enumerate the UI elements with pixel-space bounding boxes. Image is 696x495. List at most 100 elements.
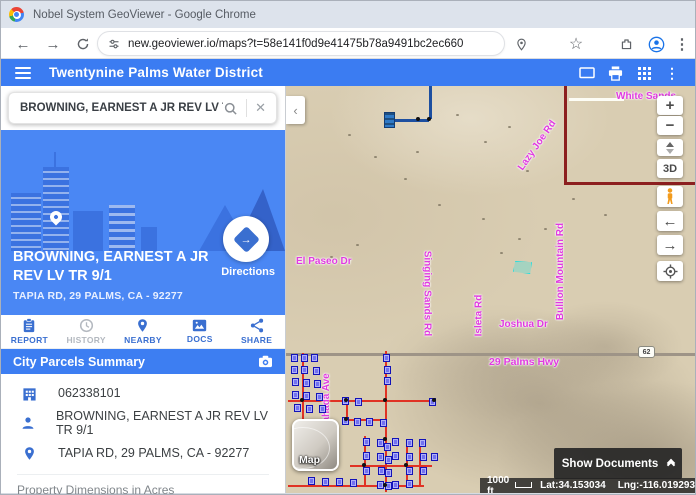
hamburger-icon[interactable] — [15, 64, 31, 82]
desert-scrub — [484, 141, 487, 143]
parcel-marker[interactable] — [292, 391, 299, 399]
search-icon[interactable] — [223, 101, 238, 116]
street-label: El Paseo Dr — [296, 256, 352, 267]
parcel-marker[interactable] — [366, 418, 373, 426]
address-bar[interactable]: new.geoviewer.io/maps?t=58e141f0d9e41475… — [97, 31, 505, 56]
tilt-button[interactable] — [657, 139, 683, 156]
map-canvas[interactable]: White SandsLazy Joe RdBullion Mountain R… — [286, 86, 695, 493]
locate-button[interactable] — [657, 261, 683, 281]
parcel-marker[interactable] — [431, 453, 438, 461]
extensions-icon[interactable] — [615, 33, 637, 55]
parcel-marker[interactable] — [319, 405, 326, 413]
show-documents-label: Show Documents — [562, 458, 658, 470]
parcel-marker[interactable] — [322, 478, 329, 486]
parcel-marker[interactable] — [392, 438, 399, 446]
parcel-marker[interactable] — [354, 418, 361, 426]
zoom-in-button[interactable]: + — [657, 96, 683, 115]
parcel-marker[interactable] — [316, 393, 323, 401]
street-label: Joshua Dr — [499, 319, 548, 330]
reload-icon[interactable] — [71, 32, 95, 56]
desert-scrub — [416, 151, 419, 153]
app-header: Twentynine Palms Water District ⋮ — [1, 59, 695, 86]
map-type-button[interactable]: Map — [292, 419, 339, 471]
parcel-marker[interactable] — [294, 404, 301, 412]
parcel-marker[interactable] — [419, 439, 426, 447]
parcel-marker[interactable] — [406, 453, 413, 461]
street-label: Bullion Mountain Rd — [555, 223, 566, 320]
parcel-marker[interactable] — [311, 354, 318, 362]
action-share-button[interactable]: SHARE — [228, 315, 285, 348]
parcel-marker[interactable] — [380, 419, 387, 427]
back-button[interactable]: ← — [657, 211, 683, 231]
sidebar-collapse-button[interactable]: ‹ — [286, 96, 305, 124]
selected-parcel[interactable] — [513, 261, 532, 274]
parcel-marker[interactable] — [384, 377, 391, 385]
parcel-marker[interactable] — [406, 439, 413, 447]
parcel-marker[interactable] — [303, 392, 310, 400]
parcel-marker[interactable] — [384, 366, 391, 374]
site-info-icon[interactable] — [108, 38, 120, 50]
apps-grid-icon[interactable] — [634, 63, 654, 83]
show-documents-button[interactable]: Show Documents — [554, 448, 682, 479]
menu-icon[interactable]: ⋮ — [671, 33, 693, 55]
reservoir-feature[interactable] — [384, 112, 395, 128]
print-icon[interactable] — [605, 63, 625, 83]
summary-value: TAPIA RD, 29 PALMS, CA - 92277 — [58, 446, 249, 460]
back-icon[interactable]: ← — [11, 32, 35, 56]
parcel-marker[interactable] — [420, 453, 427, 461]
parcel-marker[interactable] — [292, 378, 299, 386]
parcel-marker[interactable] — [363, 452, 370, 460]
parcel-marker[interactable] — [406, 480, 413, 488]
parcel-marker[interactable] — [378, 467, 385, 475]
parcel-marker[interactable] — [406, 467, 413, 475]
parcel-marker[interactable] — [363, 438, 370, 446]
camera-icon[interactable] — [258, 355, 273, 368]
screen-icon[interactable] — [577, 63, 597, 83]
location-icon[interactable] — [510, 33, 532, 55]
parcel-marker[interactable] — [336, 478, 343, 486]
directions-icon: → — [233, 226, 260, 253]
parcel-marker[interactable] — [303, 379, 310, 387]
forward-button[interactable]: → — [657, 235, 683, 255]
desert-scrub — [508, 126, 511, 128]
person-icon — [18, 416, 38, 430]
3d-button[interactable]: 3D — [657, 159, 683, 178]
parcel-marker[interactable] — [377, 453, 384, 461]
forward-icon[interactable]: → — [41, 32, 65, 56]
double-chevron-up-icon — [668, 462, 674, 466]
search-input[interactable] — [9, 102, 223, 114]
parcel-marker[interactable] — [291, 354, 298, 362]
parcel-marker[interactable] — [384, 443, 391, 451]
parcel-marker[interactable] — [385, 469, 392, 477]
parcel-marker[interactable] — [355, 398, 362, 406]
more-vertical-icon[interactable]: ⋮ — [662, 63, 682, 83]
parcel-marker[interactable] — [308, 477, 315, 485]
place-card: BROWNING, EARNEST A JR REV LV TR 9/1 TAP… — [1, 130, 285, 315]
parcel-marker[interactable] — [385, 456, 392, 464]
profile-icon[interactable] — [645, 33, 667, 55]
parcel-marker[interactable] — [291, 366, 298, 374]
street-label: Singing Sands Rd — [421, 251, 432, 337]
parcel-marker[interactable] — [420, 467, 427, 475]
desert-scrub — [604, 214, 607, 216]
action-history-button: HISTORY — [58, 315, 115, 348]
parcel-marker[interactable] — [314, 380, 321, 388]
pegman-button[interactable] — [657, 186, 683, 207]
parcel-marker[interactable] — [306, 405, 313, 413]
action-docs-button[interactable]: DOCS — [171, 315, 228, 348]
zoom-out-button[interactable]: − — [657, 116, 683, 135]
parcel-marker[interactable] — [301, 366, 308, 374]
action-nearby-button[interactable]: NEARBY — [115, 315, 172, 348]
parcel-marker[interactable] — [301, 354, 308, 362]
parcel-marker[interactable] — [392, 452, 399, 460]
clear-icon[interactable]: ✕ — [255, 100, 276, 116]
parcel-marker[interactable] — [383, 354, 390, 362]
action-report-button[interactable]: REPORT — [1, 315, 58, 348]
action-label: NEARBY — [124, 335, 162, 345]
parcel-marker[interactable] — [313, 367, 320, 375]
parcel-marker[interactable] — [392, 481, 399, 489]
directions-button[interactable]: → — [223, 216, 269, 262]
star-icon[interactable]: ☆ — [565, 33, 587, 55]
parcel-marker[interactable] — [363, 467, 370, 475]
parcel-marker[interactable] — [350, 479, 357, 487]
